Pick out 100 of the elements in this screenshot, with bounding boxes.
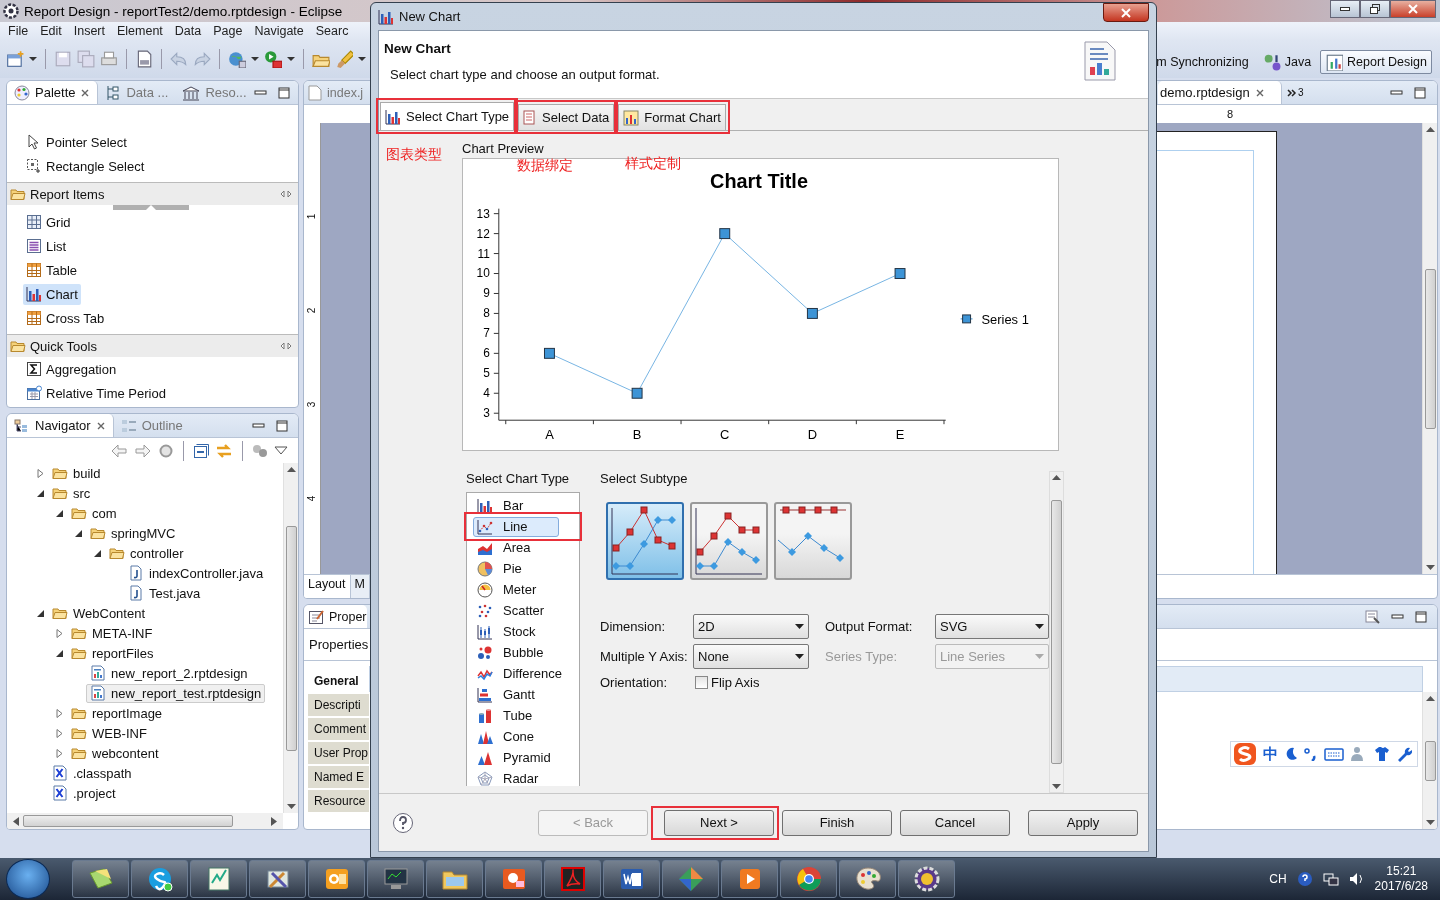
scroll-thumb[interactable] [1424, 740, 1436, 781]
properties-subtab[interactable]: Properties [309, 637, 369, 652]
perspective-button[interactable]: m Synchronizing [1156, 52, 1254, 72]
dropdown-field[interactable]: 2D [693, 614, 809, 639]
chart-type-item[interactable]: Stock [468, 621, 578, 642]
menu-item[interactable]: Edit [34, 24, 68, 38]
collapsed-arrow-icon[interactable] [35, 468, 45, 478]
tree-item[interactable]: META-INF [67, 623, 157, 643]
taskbar-button[interactable] [72, 860, 129, 898]
tree-item[interactable]: build [48, 463, 105, 483]
subtype-option[interactable] [774, 502, 852, 580]
palette-item[interactable]: Grid [23, 211, 74, 233]
keyboard-icon[interactable] [1324, 747, 1344, 761]
chart-type-item[interactable]: Meter [468, 579, 578, 600]
tree-item[interactable]: WEB-INF [67, 723, 151, 743]
clock[interactable]: 15:21 2017/6/28 [1374, 864, 1428, 894]
panel-tab[interactable]: Outline [113, 414, 190, 437]
panel-tab[interactable]: Data ... [98, 81, 176, 104]
property-category[interactable]: User Prop [308, 742, 369, 766]
tree-item[interactable]: Test.java [124, 583, 205, 603]
chart-type-item[interactable]: Bubble [468, 642, 578, 663]
tree-item[interactable]: new_report_2.rptdesign [86, 663, 252, 683]
horizontal-scrollbar[interactable] [7, 813, 283, 829]
minimize-button[interactable] [1330, 0, 1360, 18]
language-indicator[interactable]: CH [1269, 872, 1287, 886]
chart-type-item[interactable]: Pyramid [468, 747, 578, 768]
subtype-option[interactable] [690, 502, 768, 580]
taskbar-button[interactable] [721, 860, 778, 898]
chart-type-item[interactable]: Radar [468, 768, 578, 789]
chart-type-item[interactable]: Bar [468, 495, 578, 516]
editor-page-tab[interactable]: Layout [304, 575, 351, 598]
tree-item[interactable]: .project [48, 783, 120, 803]
editor-tab[interactable]: demo.rptdesign [1158, 81, 1282, 104]
chart-type-item[interactable]: Difference [468, 663, 578, 684]
dialog-button[interactable]: Apply [1028, 809, 1138, 836]
close-button[interactable] [1103, 3, 1149, 22]
more-tabs-button[interactable]: 3 [1287, 87, 1304, 98]
tree-item[interactable]: WebContent [48, 603, 150, 623]
palette-section-header[interactable]: Quick Tools [7, 334, 298, 357]
expanded-arrow-icon[interactable] [35, 608, 45, 618]
maximize-icon[interactable] [1413, 86, 1426, 99]
perspective-button[interactable]: Java [1257, 50, 1317, 74]
minimize-icon[interactable] [1391, 611, 1405, 622]
scroll-thumb[interactable] [1424, 268, 1436, 429]
close-icon[interactable] [80, 87, 91, 98]
chart-type-item[interactable]: Scatter [468, 600, 578, 621]
menu-item[interactable]: Data [168, 24, 208, 38]
scrollbar[interactable] [1049, 471, 1064, 793]
property-category[interactable]: Comment [308, 718, 369, 742]
scrollbar[interactable] [1422, 692, 1437, 829]
minimize-icon[interactable] [252, 420, 266, 431]
tree-item[interactable]: controller [105, 543, 188, 563]
collapsed-arrow-icon[interactable] [54, 628, 64, 638]
close-button[interactable] [1390, 0, 1436, 18]
help-button[interactable] [393, 812, 413, 833]
input-method-logo-icon[interactable] [1233, 742, 1257, 766]
expanded-arrow-icon[interactable] [54, 648, 64, 658]
scrollbar[interactable] [1422, 123, 1437, 574]
tree-item[interactable]: webcontent [67, 743, 163, 763]
tree-item[interactable]: src [48, 483, 95, 503]
input-mode-toggle[interactable]: 中 [1263, 744, 1278, 764]
collapsed-arrow-icon[interactable] [54, 728, 64, 738]
tree-item[interactable]: com [67, 503, 121, 523]
chart-type-item[interactable]: Area [468, 537, 578, 558]
restore-button[interactable] [1360, 0, 1390, 18]
maximize-icon[interactable] [277, 86, 290, 99]
tree-item[interactable]: reportFiles [67, 643, 158, 663]
network-icon[interactable] [1322, 871, 1339, 887]
maximize-icon[interactable] [1415, 610, 1427, 623]
taskbar-button[interactable] [190, 860, 247, 898]
chart-type-item[interactable]: Gantt [468, 684, 578, 705]
perspective-button[interactable]: Report Design [1320, 50, 1432, 74]
palette-item[interactable]: Aggregation [23, 358, 120, 380]
chart-type-item[interactable]: Cone [468, 726, 578, 747]
expanded-arrow-icon[interactable] [92, 548, 102, 558]
chart-type-item[interactable]: Tube [468, 705, 578, 726]
collapsed-arrow-icon[interactable] [54, 748, 64, 758]
palette-section-header[interactable]: Report Items [7, 182, 298, 205]
taskbar-button[interactable] [839, 860, 896, 898]
menu-item[interactable]: Page [207, 24, 249, 38]
panel-tab[interactable]: Proper [304, 605, 367, 628]
scroll-thumb[interactable] [285, 525, 297, 751]
expanded-arrow-icon[interactable] [73, 528, 83, 538]
property-category[interactable]: Named E [308, 766, 369, 790]
taskbar-button[interactable] [131, 860, 188, 898]
dialog-button[interactable]: Next > [664, 809, 774, 836]
editor-tab[interactable]: index.j [304, 81, 364, 104]
volume-icon[interactable] [1348, 871, 1365, 887]
close-icon[interactable] [95, 420, 106, 431]
panel-tab[interactable]: Navigator [7, 414, 114, 437]
tree-item[interactable]: .classpath [48, 763, 136, 783]
palette-item[interactable]: Relative Time Period [23, 382, 169, 404]
scrollbar[interactable] [283, 463, 298, 813]
expanded-arrow-icon[interactable] [35, 488, 45, 498]
taskbar-button[interactable] [780, 860, 837, 898]
menu-item[interactable]: Insert [67, 24, 111, 38]
menu-item[interactable]: Navigate [248, 24, 310, 38]
taskbar-button[interactable] [249, 860, 306, 898]
tree-item[interactable]: indexController.java [124, 563, 268, 583]
menu-item[interactable]: File [2, 24, 35, 38]
